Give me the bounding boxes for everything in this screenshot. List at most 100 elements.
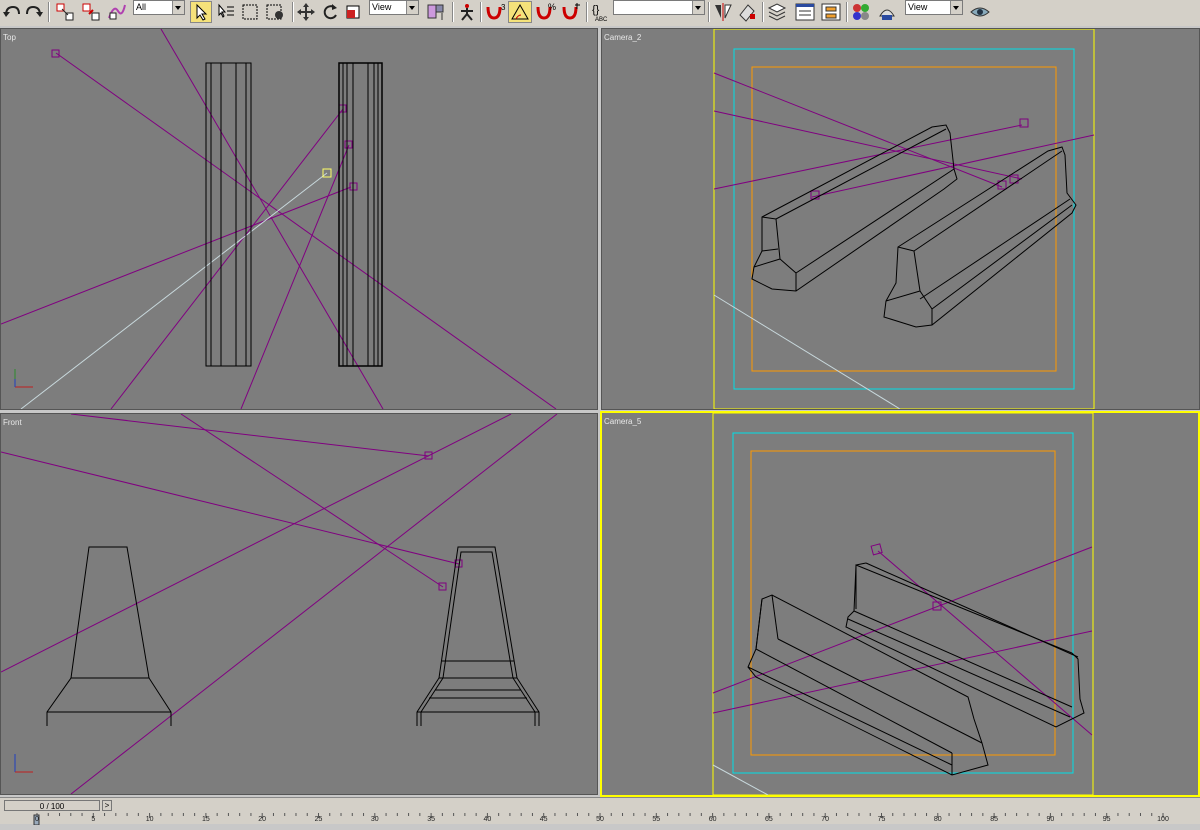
select-object-icon[interactable] [190,1,212,23]
viewport-camera-5[interactable]: Camera_5 [600,411,1200,797]
axis-tripod-icon [14,369,33,388]
track-tick-label: 50 [596,816,604,823]
move-icon[interactable] [296,1,316,23]
selection-filter-dropdown[interactable]: All [133,0,185,15]
track-tick-label: 5 [91,816,96,823]
track-tick-label: 65 [764,816,773,823]
track-tick-label: 90 [1046,816,1055,823]
camera5-viewport-canvas [712,413,1094,795]
reference-coordinate-value: View [372,2,392,12]
redo-icon[interactable] [24,1,44,23]
track-tick-label: 15 [201,816,210,823]
axis-tripod-icon [14,754,33,773]
track-bar[interactable]: 0 5 10 15 20 25 30 35 40 45 50 55 60 65 70 75 80 85 90 95 10… [0,812,1200,826]
schematic-view-icon[interactable] [820,1,842,23]
chevron-down-icon [692,1,704,14]
barrier-wireframe-right [883,146,1077,328]
safe-frame-title [751,66,1057,372]
track-tick-label: 30 [370,816,379,823]
svg-text:{}: {} [592,4,600,16]
select-and-link-icon[interactable] [54,1,76,23]
track-tick-label: 100 [1157,816,1169,823]
time-slider[interactable]: 0 / 100 [4,800,100,811]
spinner-snap-icon[interactable] [560,1,584,23]
svg-text:ABC: ABC [595,17,608,23]
layer-manager-icon[interactable] [766,1,788,23]
track-tick-label: 45 [539,816,548,823]
toolbar-separator [762,2,764,22]
viewport-top[interactable]: Top [0,28,598,410]
track-tick-label: 75 [877,816,886,823]
rectangular-selection-icon[interactable] [240,1,260,23]
mirror-icon[interactable] [712,1,734,23]
align-icon[interactable] [736,1,758,23]
render-setup-icon[interactable] [876,1,898,23]
safe-frame-outer [712,413,1094,795]
top-viewport-canvas [1,29,557,409]
viewport-label[interactable]: Front [3,418,22,427]
track-tick-label: 10 [145,816,154,823]
edit-named-selection-icon[interactable]: {} ABC [590,1,612,23]
snap-mode-label: 3 [501,3,506,12]
toolbar-separator [708,2,710,22]
track-tick-label: 20 [258,816,267,823]
viewport-label[interactable]: Top [3,33,16,42]
main-toolbar: All View 3 % {} ABC View [0,0,1200,27]
percent-snap-icon[interactable]: % [534,1,558,23]
viewport-label[interactable]: Camera_5 [604,417,641,426]
curve-editor-icon[interactable] [794,1,816,23]
track-tick-label: 25 [314,816,323,823]
toolbar-separator [480,2,482,22]
barrier-wireframe-right [338,62,383,367]
select-by-name-icon[interactable] [216,1,236,23]
bind-to-space-warp-icon[interactable] [106,1,128,23]
named-selection-dropdown[interactable] [613,0,705,15]
window-crossing-icon[interactable] [264,1,288,23]
track-tick-label: 70 [821,816,830,823]
viewport-label[interactable]: Camera_2 [604,33,641,42]
manipulate-icon[interactable] [456,1,478,23]
chevron-down-icon [172,1,184,14]
viewport-camera-2[interactable]: Camera_2 [601,28,1200,410]
rotate-icon[interactable] [320,1,340,23]
svg-text:%: % [548,2,556,12]
track-tick-label: 60 [708,816,717,823]
track-tick-label: 40 [483,816,492,823]
viewport-area: Top Camera_2 Front Camera_5 [0,26,1200,797]
pivot-center-icon[interactable] [424,1,448,23]
safe-frame-action [732,432,1074,774]
toolbar-separator [292,2,294,22]
material-editor-icon[interactable] [850,1,872,23]
scale-icon[interactable] [344,1,364,23]
camera2-viewport-canvas [713,29,1095,409]
next-frame-icon[interactable]: > [102,800,112,811]
chevron-down-icon [406,1,418,14]
track-tick-label: 85 [990,816,998,823]
barrier-profile-left [46,546,172,726]
reference-coordinate-dropdown[interactable]: View [369,0,419,15]
track-tick-label: 35 [427,816,435,823]
barrier-wireframe-front [747,594,989,776]
quick-render-icon[interactable] [968,1,992,23]
barrier-wireframe-left [751,124,958,292]
selection-filter-value: All [136,2,147,12]
render-type-dropdown[interactable]: View [905,0,963,15]
barrier-wireframe-left [205,62,252,367]
toolbar-separator [48,2,50,22]
toolbar-separator [586,2,588,22]
unlink-selection-icon[interactable] [80,1,102,23]
track-tick-label: 80 [933,816,942,823]
toolbar-separator [846,2,848,22]
track-tick-label: 55 [652,816,661,823]
safe-frame-outer [713,29,1095,409]
front-viewport-canvas [1,414,558,794]
toolbar-separator [452,2,454,22]
render-type-value: View [908,2,928,12]
snaps-toggle-icon[interactable]: 3 [484,1,510,23]
viewport-front[interactable]: Front [0,413,598,795]
track-tick-label: 95 [1102,816,1111,823]
angle-snap-icon[interactable] [508,1,532,23]
track-tick-label: 0 [35,816,39,823]
safe-frame-title [750,450,1056,756]
undo-icon[interactable] [2,1,22,23]
